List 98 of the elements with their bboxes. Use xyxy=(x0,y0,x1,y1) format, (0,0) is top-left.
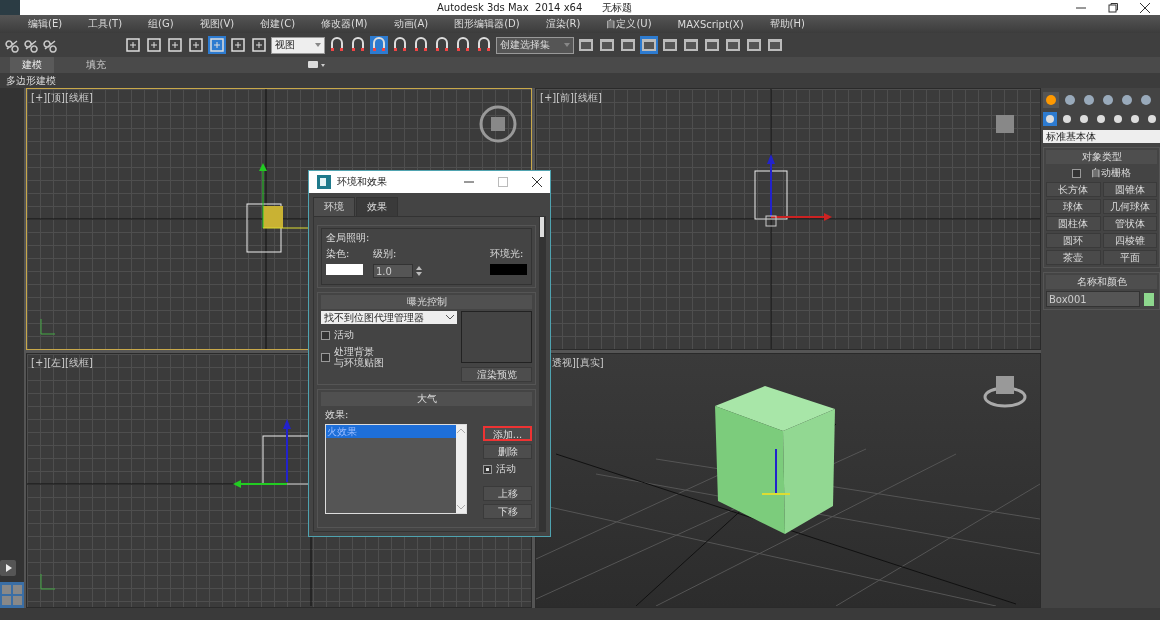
effects-label: 效果: xyxy=(324,408,350,422)
primitive-button[interactable]: 球体 xyxy=(1046,199,1101,214)
field-label: 环境光: xyxy=(490,247,525,261)
checkbox[interactable] xyxy=(1072,168,1081,178)
maximize-icon xyxy=(498,177,508,187)
primitive-button[interactable]: 平面 xyxy=(1102,250,1157,265)
caret-icon xyxy=(446,315,454,320)
menu-item[interactable]: 帮助(H) xyxy=(769,17,805,31)
sun-icon[interactable] xyxy=(1043,92,1059,108)
magnet-icon[interactable] xyxy=(454,36,472,54)
primitive-button[interactable]: 圆锥体 xyxy=(1102,182,1157,197)
ribbon-tab[interactable]: 填充 xyxy=(74,57,118,73)
dots-icon[interactable] xyxy=(1145,112,1159,126)
menu-item[interactable]: MAXScript(X) xyxy=(677,18,744,30)
checkbox-label: 活动 xyxy=(334,328,354,342)
reference-dropdown[interactable]: 视图 xyxy=(271,36,325,54)
menu-item[interactable]: 修改器(M) xyxy=(321,17,368,31)
menu-item[interactable]: 工具(T) xyxy=(88,17,123,31)
spinner-arrows-icon[interactable] xyxy=(416,265,422,277)
field-label: 级别: xyxy=(373,247,398,261)
box-model-drawing[interactable] xyxy=(715,386,835,534)
primitive-button[interactable]: 圆环 xyxy=(1046,233,1101,248)
transform-gizmo-drawing[interactable] xyxy=(765,154,832,227)
color-swatch[interactable] xyxy=(490,264,527,275)
dialog-tab[interactable]: 效果 xyxy=(356,197,398,216)
scrollbar-thumb[interactable] xyxy=(540,217,544,237)
window-icon[interactable] xyxy=(640,36,658,54)
level-field[interactable]: 1.0 xyxy=(373,264,413,278)
menu-item[interactable]: 创建(C) xyxy=(260,17,296,31)
transform-gizmo-drawing[interactable] xyxy=(233,419,291,488)
menu-item[interactable]: 自定义(U) xyxy=(606,17,652,31)
close-icon[interactable] xyxy=(532,177,542,187)
menu-item[interactable]: 动画(A) xyxy=(393,17,429,31)
primitive-button[interactable]: 管状体 xyxy=(1102,216,1157,231)
primitive-button[interactable]: 四棱锥 xyxy=(1102,233,1157,248)
primitive-button[interactable]: 长方体 xyxy=(1046,182,1101,197)
menu-item[interactable]: 视图(V) xyxy=(199,17,235,31)
checkbox-label: 与环境贴图 xyxy=(334,357,384,368)
selection-set-dropdown[interactable]: 创建选择集 xyxy=(496,36,574,54)
viewport-label[interactable]: [+][前][线框] xyxy=(540,91,602,105)
view-cube-icon[interactable] xyxy=(983,376,1027,408)
circle-icon[interactable] xyxy=(1100,92,1116,108)
checkbox-label: 活动 xyxy=(496,462,516,476)
primitive-button[interactable]: 几何球体 xyxy=(1102,199,1157,214)
magnet-icon[interactable] xyxy=(433,36,451,54)
group-title: 全局照明: xyxy=(326,231,371,245)
menu-item[interactable]: 组(G) xyxy=(148,17,174,31)
window-title: Autodesk 3ds Max 2014 x64 xyxy=(437,2,583,13)
menu-item[interactable]: 图形编辑器(D) xyxy=(454,17,520,31)
field-label: 染色: xyxy=(326,247,351,261)
ribbon-panel-title[interactable]: 多边形建模 xyxy=(6,73,56,88)
menu-item[interactable]: 编辑(E) xyxy=(28,17,63,31)
dialog-tab[interactable]: 环境 xyxy=(313,197,355,216)
viewport-label[interactable]: [+][左][线框] xyxy=(31,356,93,370)
primitive-button[interactable]: 茶壶 xyxy=(1046,250,1101,265)
caret-icon xyxy=(315,43,321,47)
viewport[interactable]: 透视][真实] xyxy=(535,353,1041,608)
box-outline[interactable] xyxy=(754,170,788,220)
rollout-header[interactable]: 曝光控制 xyxy=(321,295,532,309)
move-button[interactable]: 上移 xyxy=(483,486,532,501)
checkbox-label: 自动栅格 xyxy=(1091,166,1131,180)
checkbox[interactable] xyxy=(483,464,492,474)
axis-tripod-icon xyxy=(40,573,56,590)
rollout-header[interactable]: 大气 xyxy=(321,392,532,406)
viewport-label[interactable]: 透视][真实] xyxy=(552,356,604,370)
exposure-dropdown[interactable]: 找不到位图代理管理器 xyxy=(321,311,457,324)
ribbon-tab[interactable]: 建模 xyxy=(10,57,54,73)
viewport-label[interactable]: [+][顶][线框] xyxy=(31,91,93,105)
checkbox[interactable] xyxy=(321,352,330,362)
square-icon[interactable] xyxy=(166,36,184,54)
rollout-header[interactable]: 对象类型 xyxy=(1046,150,1157,164)
move-button[interactable]: 下移 xyxy=(483,504,532,519)
effect-button[interactable]: 删除 xyxy=(483,444,532,459)
rollout-header[interactable]: 名称和颜色 xyxy=(1046,275,1157,289)
category-dropdown[interactable]: 标准基本体 xyxy=(1043,130,1160,143)
document-title: 无标题 xyxy=(602,0,633,15)
app-logo-icon xyxy=(317,175,331,189)
magnet-icon[interactable] xyxy=(391,36,409,54)
checkbox[interactable] xyxy=(321,330,330,340)
render-preview-button[interactable]: 渲染预览 xyxy=(461,367,532,382)
close-icon[interactable] xyxy=(1140,2,1150,13)
preview-area xyxy=(461,311,532,363)
caret-icon xyxy=(564,43,570,47)
name-field[interactable]: Box001 xyxy=(1046,291,1140,307)
magnet-icon[interactable] xyxy=(412,36,430,54)
maximize-icon[interactable] xyxy=(1108,2,1118,13)
color-swatch[interactable] xyxy=(326,264,363,275)
primitive-button[interactable]: 圆柱体 xyxy=(1046,216,1101,231)
menu-item[interactable]: 渲染(R) xyxy=(545,17,581,31)
effect-button[interactable]: 添加... xyxy=(483,426,532,441)
color-swatch[interactable] xyxy=(1144,292,1154,306)
dialog-title: 环境和效果 xyxy=(337,175,388,189)
view-cube-icon[interactable] xyxy=(479,105,517,143)
chain-icon[interactable] xyxy=(4,37,20,53)
panel-menu-icon[interactable] xyxy=(308,61,326,69)
axis-tripod-icon xyxy=(40,318,56,335)
viewport[interactable]: [+][前][线框] xyxy=(535,88,1041,350)
play-icon[interactable] xyxy=(0,560,16,576)
